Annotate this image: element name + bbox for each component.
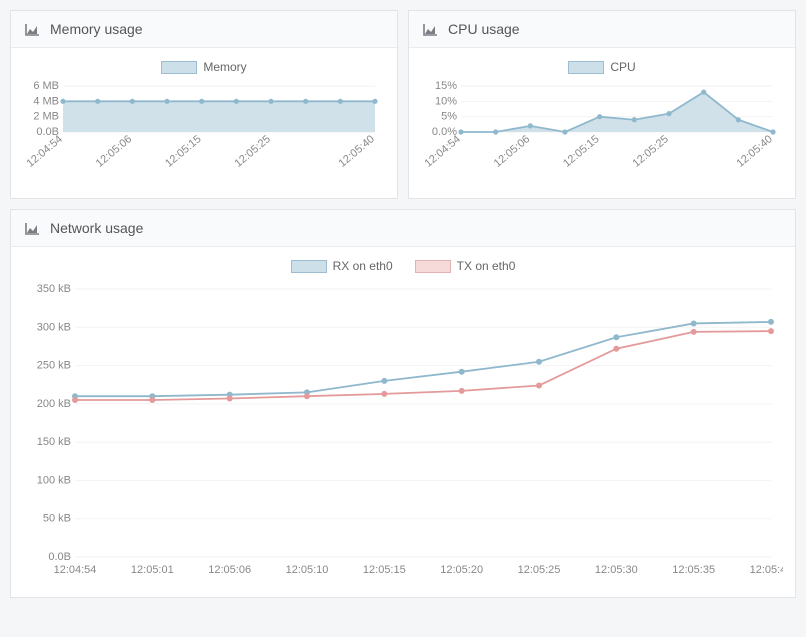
svg-text:12:05:30: 12:05:30 [595, 564, 638, 576]
svg-text:200 kB: 200 kB [37, 398, 71, 410]
svg-text:2 MB: 2 MB [33, 111, 59, 123]
svg-text:12:05:01: 12:05:01 [131, 564, 174, 576]
legend-label: Memory [203, 60, 246, 74]
chart-icon [25, 23, 40, 36]
cpu-panel-header: CPU usage [409, 11, 795, 48]
svg-text:12:05:15: 12:05:15 [163, 133, 204, 170]
network-panel: Network usage RX on eth0 TX on eth0 0.0B… [10, 209, 796, 598]
panel-title: Memory usage [50, 21, 143, 37]
network-legend: RX on eth0 TX on eth0 [23, 259, 783, 273]
svg-text:50 kB: 50 kB [43, 513, 71, 525]
chart-icon [423, 23, 438, 36]
memory-chart: 0.0B2 MB4 MB6 MB12:04:5412:05:0612:05:15… [23, 80, 383, 180]
svg-text:12:05:06: 12:05:06 [208, 564, 251, 576]
cpu-chart: 0.0%5%10%15%12:04:5412:05:0612:05:1512:0… [421, 80, 781, 180]
svg-text:12:05:15: 12:05:15 [561, 133, 602, 170]
network-panel-header: Network usage [11, 210, 795, 247]
swatch-memory [161, 61, 197, 74]
svg-text:12:05:15: 12:05:15 [363, 564, 406, 576]
memory-panel: Memory usage Memory 0.0B2 MB4 MB6 MB12:0… [10, 10, 398, 199]
legend-memory: Memory [161, 60, 246, 74]
cpu-legend: CPU [421, 60, 783, 74]
svg-text:150 kB: 150 kB [37, 436, 71, 448]
svg-text:10%: 10% [435, 95, 457, 107]
svg-text:12:05:06: 12:05:06 [492, 133, 533, 170]
cpu-panel: CPU usage CPU 0.0%5%10%15%12:04:5412:05:… [408, 10, 796, 199]
legend-label: TX on eth0 [457, 259, 516, 273]
svg-text:12:05:10: 12:05:10 [286, 564, 329, 576]
legend-tx: TX on eth0 [415, 259, 516, 273]
svg-text:250 kB: 250 kB [37, 360, 71, 372]
network-chart: 0.0B 50 kB 100 kB 150 kB 200 kB 250 kB 300 kB 3… [23, 279, 783, 579]
svg-text:12:05:40: 12:05:40 [750, 564, 783, 576]
svg-text:12:04:54: 12:04:54 [54, 564, 97, 576]
svg-text:12:04:54: 12:04:54 [422, 133, 463, 170]
panel-title: CPU usage [448, 21, 520, 37]
memory-legend: Memory [23, 60, 385, 74]
svg-text:12:05:40: 12:05:40 [336, 133, 377, 170]
swatch-rx [291, 260, 327, 273]
svg-text:12:05:40: 12:05:40 [734, 133, 775, 170]
legend-label: RX on eth0 [333, 259, 393, 273]
svg-text:12:04:54: 12:04:54 [24, 133, 65, 170]
chart-icon [25, 222, 40, 235]
svg-text:350 kB: 350 kB [37, 283, 71, 295]
svg-text:12:05:20: 12:05:20 [440, 564, 483, 576]
memory-panel-header: Memory usage [11, 11, 397, 48]
svg-text:12:05:25: 12:05:25 [518, 564, 561, 576]
svg-text:12:05:06: 12:05:06 [94, 133, 135, 170]
svg-text:4 MB: 4 MB [33, 95, 59, 107]
legend-rx: RX on eth0 [291, 259, 393, 273]
svg-text:100 kB: 100 kB [37, 474, 71, 486]
swatch-cpu [568, 61, 604, 74]
legend-cpu: CPU [568, 60, 635, 74]
svg-text:5%: 5% [441, 111, 457, 123]
swatch-tx [415, 260, 451, 273]
svg-text:12:05:25: 12:05:25 [232, 133, 273, 170]
svg-text:12:05:25: 12:05:25 [630, 133, 671, 170]
legend-label: CPU [610, 60, 635, 74]
svg-text:300 kB: 300 kB [37, 321, 71, 333]
svg-text:0.0B: 0.0B [48, 551, 71, 563]
svg-text:12:05:35: 12:05:35 [672, 564, 715, 576]
panel-title: Network usage [50, 220, 143, 236]
svg-text:15%: 15% [435, 80, 457, 92]
svg-text:6 MB: 6 MB [33, 80, 59, 92]
